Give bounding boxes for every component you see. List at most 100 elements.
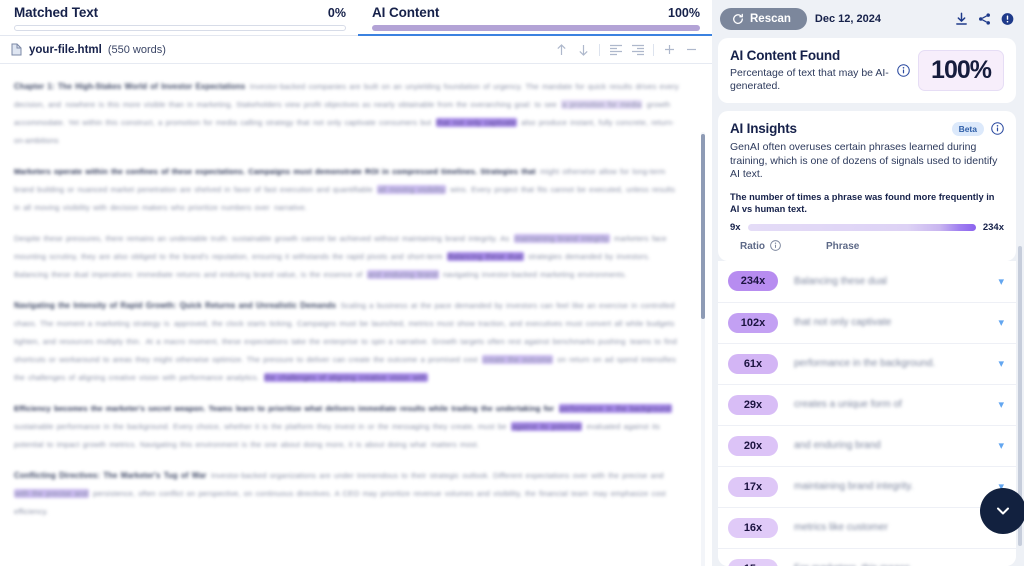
- document-paragraph: Marketers operate within the confines of…: [14, 161, 682, 215]
- phrase-list[interactable]: 234x Balancing these dual ▾ 102x that no…: [718, 260, 1016, 566]
- phrase-row[interactable]: 61x performance in the background. ▾: [718, 342, 1016, 384]
- phrase-text: creates a unique form of: [794, 399, 902, 410]
- sidebar-header: Rescan Dec 12, 2024: [718, 6, 1016, 30]
- chevron-down-icon[interactable]: ▾: [998, 562, 1004, 566]
- info-icon[interactable]: [770, 239, 783, 253]
- ratio-badge: 61x: [728, 353, 778, 374]
- document-paragraph: Navigating the Intensity of Rapid Growth…: [14, 295, 682, 385]
- info-icon[interactable]: [897, 64, 910, 77]
- tab-matched-text[interactable]: Matched Text 0%: [0, 0, 358, 36]
- results-sidebar: Rescan Dec 12, 2024 AI Content Found Per…: [712, 0, 1024, 566]
- ratio-scale: 9x 234x: [730, 222, 1004, 233]
- file-name-label: your-file.html: [29, 43, 102, 56]
- paragraph-heading: Navigating the Intensity of Rapid Growth…: [14, 301, 337, 310]
- phrase-text: performance in the background.: [794, 358, 936, 369]
- phrase-text: maintaining brand integrity.: [794, 481, 914, 492]
- info-filled-icon[interactable]: [1001, 13, 1014, 26]
- highlight-phrase: and enduring brand: [366, 270, 439, 279]
- chevron-down-icon[interactable]: ▾: [998, 357, 1004, 370]
- align-right-icon[interactable]: [631, 43, 644, 56]
- highlight-phrase: the challenges of aligning creative visi…: [263, 373, 428, 382]
- highlight-phrase: against its potential: [511, 422, 583, 431]
- rescan-button[interactable]: Rescan: [720, 8, 807, 30]
- document-scrollbar-thumb[interactable]: [701, 134, 705, 319]
- ai-insights-note: The number of times a phrase was found m…: [730, 191, 995, 214]
- ratio-badge: 102x: [728, 312, 778, 333]
- chevron-down-icon[interactable]: ▾: [998, 316, 1004, 329]
- ai-insights-card: AI Insights Beta GenAI often overuses ce…: [718, 111, 1016, 261]
- phrase-text: that not only captivate: [794, 317, 892, 328]
- paragraph-line: approved, the clock starts ticking. Camp…: [174, 319, 675, 328]
- ai-insights-description: GenAI often overuses certain phrases lea…: [730, 141, 998, 180]
- ratio-badge: 20x: [728, 435, 778, 456]
- paragraph-line: sustainable performance in the backgroun…: [14, 422, 507, 431]
- share-icon[interactable]: [978, 13, 991, 26]
- highlight-phrase: a promotion for media: [561, 100, 643, 109]
- scale-min-label: 9x: [730, 221, 741, 233]
- highlight-phrase: performance in the background: [558, 404, 672, 413]
- zoom-out-icon[interactable]: [685, 43, 698, 56]
- align-left-icon[interactable]: [609, 43, 622, 56]
- highlight-phrase: create the outcome: [482, 355, 553, 364]
- refresh-icon: [731, 13, 744, 26]
- document-paragraph: Efficiency becomes the marketer's secret…: [14, 398, 682, 452]
- ratio-column-header: Ratio: [740, 240, 765, 252]
- document-paragraph: Chapter 1: The High-Stakes World of Inve…: [14, 76, 682, 148]
- document-icon: [10, 43, 23, 56]
- ai-content-percent-badge: 100%: [918, 50, 1004, 91]
- phrase-column-header: Phrase: [826, 240, 860, 252]
- highlight-phrase: maintaining brand integrity: [513, 234, 610, 243]
- toolbar-divider: [599, 43, 600, 56]
- tab-ai-content[interactable]: AI Content 100%: [358, 0, 712, 36]
- phrase-row[interactable]: 102x that not only captivate ▾: [718, 301, 1016, 343]
- arrow-up-icon[interactable]: [555, 43, 568, 56]
- ai-content-found-title: AI Content Found: [730, 48, 841, 63]
- document-toolbar: your-file.html (550 words): [0, 36, 712, 64]
- paragraph-line: narrative.: [274, 203, 307, 212]
- phrase-row[interactable]: 20x and enduring brand ▾: [718, 424, 1016, 466]
- highlight-phrase: all moving visibility: [377, 185, 446, 194]
- sidebar-action-icons: [955, 12, 1014, 26]
- paragraph-line: Marketers operate within the confines of…: [14, 167, 536, 176]
- chat-launcher-button[interactable]: [980, 488, 1024, 534]
- paragraph-line: navigating investor-backed marketing env…: [442, 270, 627, 279]
- file-info: your-file.html (550 words): [10, 43, 166, 56]
- highlight-phrase: Balancing these dual: [447, 252, 524, 261]
- phrase-row[interactable]: 234x Balancing these dual ▾: [718, 260, 1016, 302]
- chevron-down-icon[interactable]: ▾: [998, 275, 1004, 288]
- phrase-row[interactable]: 17x maintaining brand integrity. ▾: [718, 465, 1016, 507]
- document-pane: Matched Text 0% AI Content 100% your-fil…: [0, 0, 712, 566]
- chevron-down-icon[interactable]: ▾: [998, 398, 1004, 411]
- paragraph-line: matters most.: [430, 440, 480, 449]
- zoom-in-icon[interactable]: [663, 43, 676, 56]
- ratio-badge: 15x: [728, 558, 778, 566]
- document-text-area[interactable]: Chapter 1: The High-Stakes World of Inve…: [0, 64, 712, 566]
- ratio-badge: 29x: [728, 394, 778, 415]
- ratio-gradient-bar: [747, 223, 976, 231]
- paragraph-line: persistence, often conflict on perspecti…: [93, 489, 589, 498]
- ratio-badge: 16x: [728, 517, 778, 538]
- phrase-row[interactable]: 29x creates a unique form of ▾: [718, 383, 1016, 425]
- tab-ai-content-percent: 100%: [668, 6, 700, 20]
- tab-matched-text-label: Matched Text: [14, 5, 99, 20]
- ai-insights-title: AI Insights: [730, 121, 797, 136]
- download-icon[interactable]: [955, 12, 968, 26]
- document-paragraph: Despite these pressures, there remains a…: [14, 228, 682, 282]
- word-count-label: (550 words): [107, 43, 166, 56]
- paragraph-line: Investor-backed organizations are under …: [211, 471, 664, 480]
- chevron-down-icon[interactable]: ▾: [998, 439, 1004, 452]
- chevron-down-icon: [997, 507, 1009, 515]
- toolbar-divider-2: [653, 43, 654, 56]
- arrow-down-icon[interactable]: [577, 43, 590, 56]
- phrase-text: and enduring brand: [794, 440, 881, 451]
- phrase-row[interactable]: 15x For marketers, this means ▾: [718, 547, 1016, 566]
- ai-content-found-card: AI Content Found Percentage of text that…: [718, 38, 1016, 103]
- tab-matched-text-percent: 0%: [327, 6, 346, 20]
- paragraph-line: Despite these pressures, there remains a…: [14, 234, 510, 243]
- phrase-table-header: Ratio Phrase: [730, 233, 1004, 259]
- document-paragraph: Conflicting Directives: The Marketer's T…: [14, 465, 682, 519]
- document-toolbar-actions: [555, 43, 698, 56]
- phrase-row[interactable]: 16x metrics like customer ▾: [718, 506, 1016, 548]
- info-icon[interactable]: [991, 122, 1004, 135]
- ai-content-detector-app: Matched Text 0% AI Content 100% your-fil…: [0, 0, 1024, 566]
